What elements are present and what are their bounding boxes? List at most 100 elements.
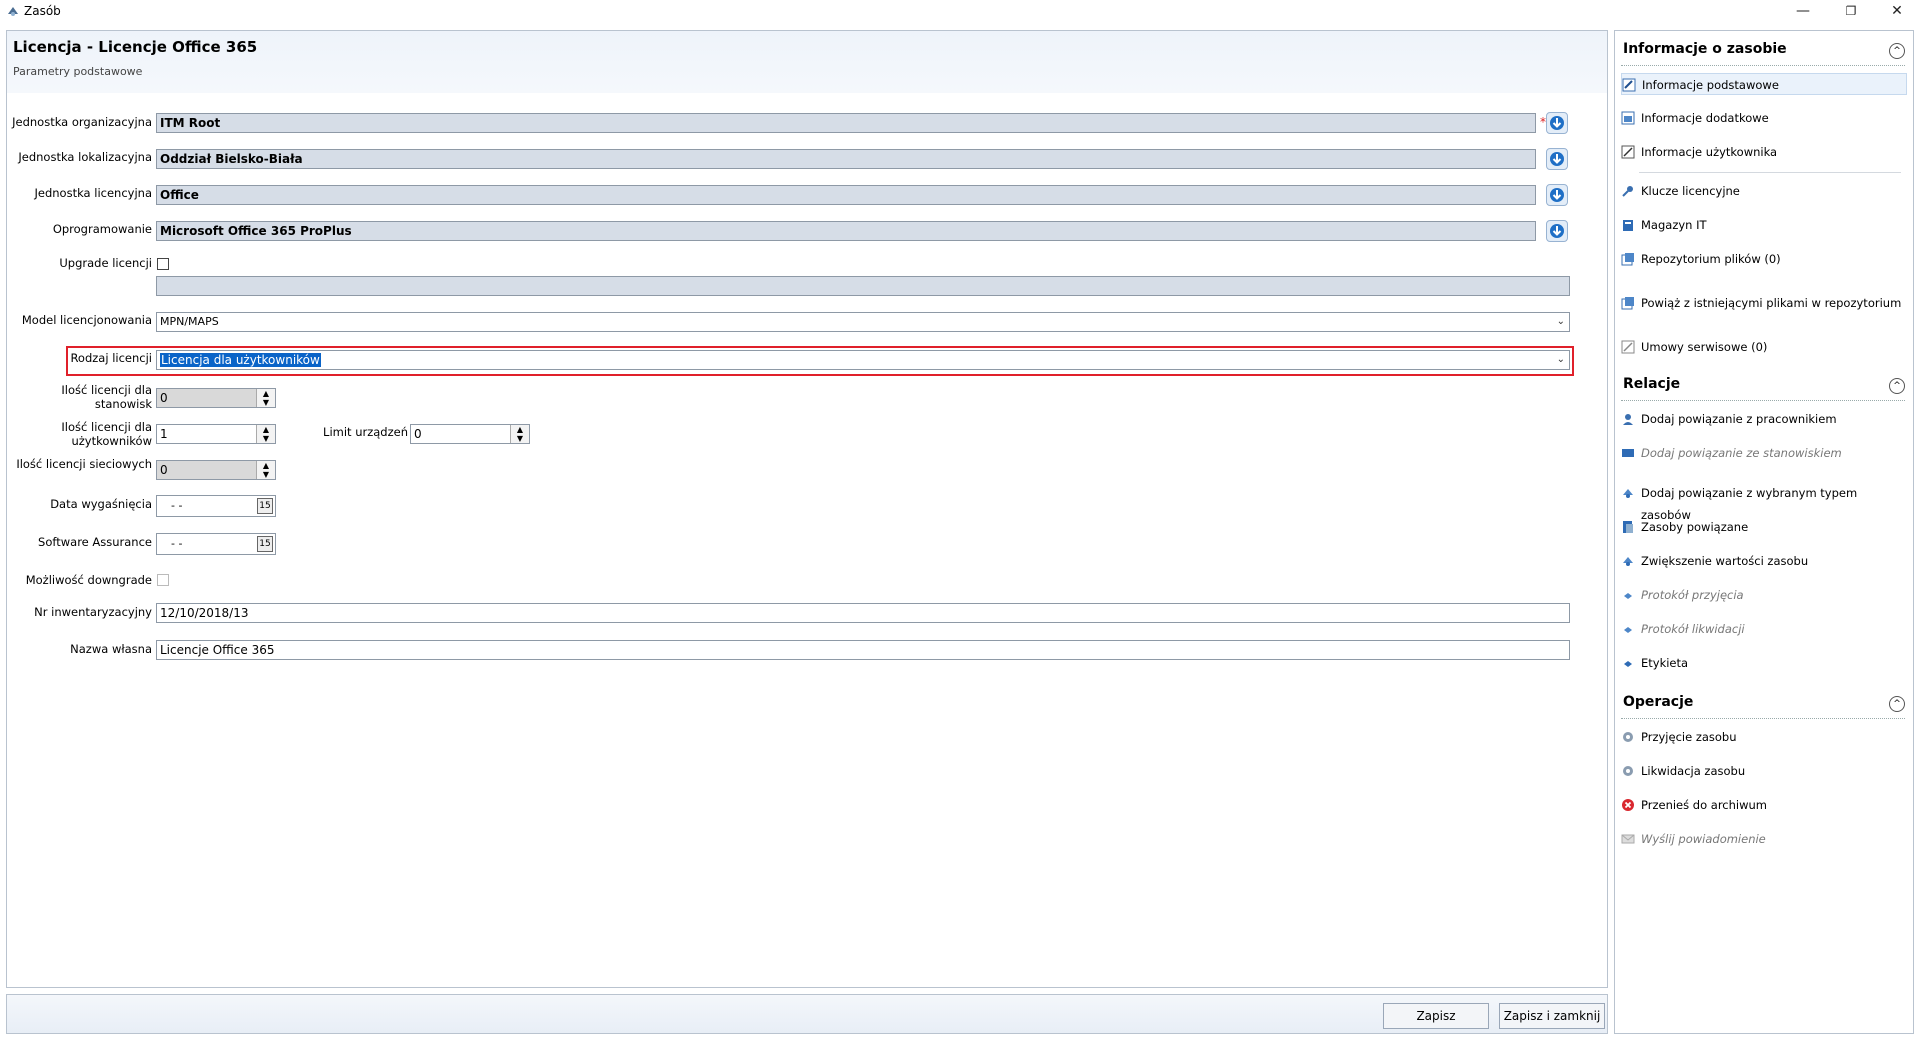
sidebar-item-link-employee[interactable]: Dodaj powiązanie z pracownikiem: [1621, 408, 1907, 430]
model-label: Model licencjonowania: [21, 313, 152, 327]
inventory-label: Nr inwentaryzacyjny: [34, 605, 152, 619]
chevron-down-icon: ⌄: [1556, 316, 1565, 327]
sidebar-item-related-resources[interactable]: Zasoby powiązane: [1621, 516, 1907, 538]
model-select[interactable]: MPN/MAPS ⌄: [156, 312, 1570, 332]
expiry-date-input[interactable]: - - 15: [156, 495, 276, 517]
section-separator: [1621, 400, 1905, 401]
relations-section-title: Relacje: [1623, 376, 1681, 392]
spinner-arrows-icon[interactable]: ▲ ▼: [256, 425, 275, 443]
sidebar-item-liquidation-protocol: Protokół likwidacji: [1621, 618, 1907, 640]
upgrade-label: Upgrade licencji: [59, 256, 152, 270]
spinner-arrows-icon: ▲ ▼: [256, 461, 275, 479]
sidebar-item-user-info[interactable]: Informacje użytkownika: [1621, 141, 1907, 163]
chevron-down-icon: ⌄: [1556, 354, 1565, 365]
contract-icon: [1621, 340, 1635, 354]
save-button[interactable]: Zapisz: [1383, 1003, 1489, 1029]
sa-label: Software Assurance: [38, 535, 152, 549]
qty-network-label: Ilość licencji sieciowych: [16, 457, 152, 471]
page-subtitle: Parametry podstawowe: [13, 65, 143, 78]
arrow-down-circle-icon: [1550, 116, 1564, 130]
delete-circle-icon: [1622, 799, 1634, 811]
save-close-button[interactable]: Zapisz i zamknij: [1499, 1003, 1605, 1029]
expiry-label: Data wygaśnięcia: [50, 497, 152, 511]
resource-link-icon: [1623, 489, 1633, 498]
calendar-icon[interactable]: 15: [257, 498, 273, 514]
edit-icon: [1621, 145, 1635, 159]
repository-icon: [1621, 253, 1634, 266]
form-header: Licencja - Licencje Office 365 Parametry…: [7, 31, 1607, 93]
sidebar-item-liquidate-resource[interactable]: Likwidacja zasobu: [1621, 760, 1907, 782]
sidebar-item-label-print[interactable]: Etykieta: [1621, 652, 1907, 674]
minimize-button[interactable]: —: [1780, 0, 1826, 24]
org-unit-pick-button[interactable]: [1546, 112, 1568, 134]
downgrade-label: Możliwość downgrade: [25, 573, 152, 587]
window-title: Zasób: [24, 4, 61, 18]
user-link-icon: [1623, 414, 1633, 425]
key-icon: [1622, 186, 1633, 197]
qty-users-input[interactable]: 1 ▲ ▼: [156, 424, 276, 444]
sidebar-item-accept-resource[interactable]: Przyjęcie zasobu: [1621, 726, 1907, 748]
app-icon: [8, 7, 18, 16]
mail-icon: [1621, 834, 1635, 844]
device-limit-input[interactable]: 0 ▲ ▼: [410, 424, 530, 444]
protocol-icon: [1624, 593, 1632, 599]
gear-icon: [1623, 766, 1633, 776]
calendar-icon[interactable]: 15: [257, 536, 273, 552]
sidebar-item-license-keys[interactable]: Klucze licencyjne: [1621, 180, 1907, 202]
edit-form-icon: [1622, 78, 1636, 92]
qty-network-input: 0 ▲ ▼: [156, 460, 276, 480]
sidebar-item-basic-info[interactable]: Informacje podstawowe: [1621, 73, 1907, 95]
org-unit-label: Jednostka organizacyjna: [12, 115, 152, 129]
collapse-info-icon[interactable]: ^: [1889, 43, 1905, 59]
lic-unit-field: Office: [156, 185, 1536, 205]
sidebar-item-link-files[interactable]: Powiąż z istniejącymi plikami w repozyto…: [1621, 292, 1907, 314]
maximize-button[interactable]: ❐: [1828, 0, 1874, 24]
protocol-icon: [1624, 627, 1632, 633]
close-button[interactable]: ✕: [1874, 0, 1920, 24]
gear-icon: [1623, 732, 1633, 742]
label-icon: [1624, 661, 1632, 667]
name-input[interactable]: Licencje Office 365: [156, 640, 1570, 660]
sidebar-item-it-warehouse[interactable]: Magazyn IT: [1621, 214, 1907, 236]
related-resources-icon: [1623, 521, 1633, 533]
qty-stations-input: 0 ▲ ▼: [156, 388, 276, 408]
sa-date-input[interactable]: - - 15: [156, 533, 276, 555]
upgrade-checkbox[interactable]: [157, 258, 169, 270]
sidebar-divider: [1639, 172, 1901, 173]
sidebar-item-file-repository[interactable]: Repozytorium plików (0): [1621, 248, 1907, 270]
sidebar-item-service-contracts[interactable]: Umowy serwisowe (0): [1621, 336, 1907, 358]
value-increase-icon: [1623, 557, 1633, 566]
lic-unit-label: Jednostka licencyjna: [34, 186, 153, 200]
sidebar-item-send-notification: Wyślij powiadomienie: [1621, 828, 1907, 850]
lic-unit-pick-button[interactable]: [1546, 184, 1568, 206]
org-unit-field: ITM Root: [156, 113, 1536, 133]
loc-unit-pick-button[interactable]: [1546, 148, 1568, 170]
page-title: Licencja - Licencje Office 365: [13, 38, 258, 56]
qty-users-label: Ilość licencji dla użytkowników: [61, 420, 152, 448]
sidebar-item-additional-info[interactable]: Informacje dodatkowe: [1621, 107, 1907, 129]
sidebar-item-link-resource-type[interactable]: Dodaj powiązanie z wybranym typem zasobó…: [1621, 482, 1907, 522]
window-titlebar: Zasób — ❐ ✕: [0, 0, 1920, 24]
arrow-down-circle-icon: [1550, 188, 1564, 202]
downgrade-checkbox: [157, 574, 169, 586]
collapse-relations-icon[interactable]: ^: [1889, 378, 1905, 394]
arrow-down-circle-icon: [1550, 224, 1564, 238]
sidebar-item-value-increase[interactable]: Zwiększenie wartości zasobu: [1621, 550, 1907, 572]
software-field: Microsoft Office 365 ProPlus: [156, 221, 1536, 241]
name-label: Nazwa własna: [70, 642, 152, 656]
license-type-select[interactable]: Licencja dla użytkowników ⌄: [156, 350, 1570, 370]
spinner-arrows-icon: ▲ ▼: [256, 389, 275, 407]
sidebar-item-acceptance-protocol: Protokół przyjęcia: [1621, 584, 1907, 606]
operations-section-title: Operacje: [1623, 694, 1694, 710]
software-pick-button[interactable]: [1546, 220, 1568, 242]
sidebar-item-archive[interactable]: Przenieś do archiwum: [1621, 794, 1907, 816]
inventory-input[interactable]: 12/10/2018/13: [156, 603, 1570, 623]
link-files-icon: [1621, 297, 1634, 310]
side-panel: Informacje o zasobie ^ Informacje podsta…: [1614, 30, 1914, 1034]
software-label: Oprogramowanie: [52, 222, 152, 236]
license-type-value: Licencja dla użytkowników: [160, 353, 321, 367]
collapse-operations-icon[interactable]: ^: [1889, 696, 1905, 712]
spinner-arrows-icon[interactable]: ▲ ▼: [510, 425, 529, 443]
footer-bar: Zapisz Zapisz i zamknij: [6, 994, 1608, 1034]
position-link-icon: [1622, 449, 1634, 457]
